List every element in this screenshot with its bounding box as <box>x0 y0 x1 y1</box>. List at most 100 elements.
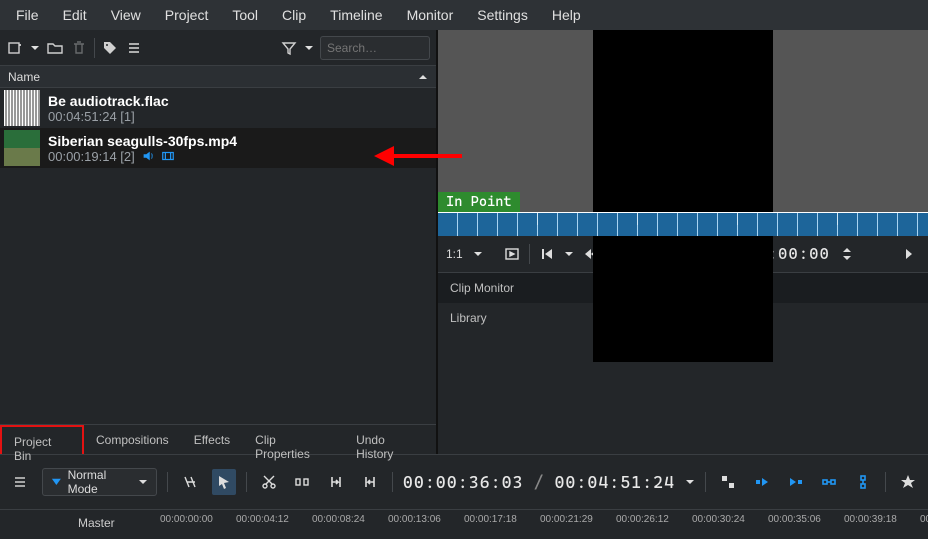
bin-column-header[interactable]: Name <box>0 66 436 88</box>
favorite-icon[interactable] <box>896 469 920 495</box>
search-field[interactable] <box>327 41 423 55</box>
ruler-major-ticks <box>438 213 928 225</box>
menu-edit[interactable]: Edit <box>51 1 99 29</box>
timecode-spinner-icon[interactable] <box>836 243 858 265</box>
toolbar-divider <box>529 244 530 264</box>
chevron-up-icon[interactable] <box>418 72 428 82</box>
bracket-out-icon[interactable] <box>358 469 382 495</box>
menu-project[interactable]: Project <box>153 1 221 29</box>
timeline-ruler[interactable]: Master 00:00:00:00 00:00:04:12 00:00:08:… <box>0 509 928 539</box>
toolbar-divider <box>167 472 168 492</box>
time-mark: 00:00:30:24 <box>692 514 768 525</box>
track-settings-icon[interactable] <box>8 469 32 495</box>
tag-icon[interactable] <box>101 39 119 57</box>
clip-sub-text: 00:00:19:14 [2] <box>48 149 135 164</box>
lift-icon[interactable] <box>851 469 875 495</box>
chevron-right-icon[interactable] <box>898 243 920 265</box>
selection-tool-icon[interactable] <box>212 469 236 495</box>
skip-clip-icon[interactable] <box>178 469 202 495</box>
timeline-time-marks: 00:00:00:00 00:00:04:12 00:00:08:24 00:0… <box>160 514 928 525</box>
time-mark: 00:00:17:18 <box>464 514 540 525</box>
menu-file[interactable]: File <box>4 1 51 29</box>
time-mark: 00:00:35:06 <box>768 514 844 525</box>
toolbar-divider <box>246 472 247 492</box>
mix-icon[interactable] <box>716 469 740 495</box>
options-icon[interactable] <box>125 39 143 57</box>
master-track-label[interactable]: Master <box>78 516 115 530</box>
add-clip-icon[interactable] <box>6 39 24 57</box>
bracket-in-icon[interactable] <box>324 469 348 495</box>
zone-out-icon[interactable] <box>784 469 808 495</box>
left-tabs: Project Bin Compositions Effects Clip Pr… <box>0 424 436 454</box>
timeline-timecode-total: 00:04:51:24 <box>554 472 675 492</box>
time-mark: 00:00:00:00 <box>160 514 236 525</box>
clip-thumbnail <box>4 130 40 166</box>
toolbar-divider <box>885 472 886 492</box>
folder-icon[interactable] <box>46 39 64 57</box>
tab-project-bin[interactable]: Project Bin <box>0 425 84 454</box>
bin-list: Be audiotrack.flac 00:04:51:24 [1] Siber… <box>0 88 436 424</box>
clip-title: Siberian seagulls-30fps.mp4 <box>48 133 237 149</box>
edit-mode-select[interactable]: Normal Mode <box>42 468 157 496</box>
menu-clip[interactable]: Clip <box>270 1 318 29</box>
chevron-down-icon[interactable] <box>473 249 483 259</box>
tab-undo-history[interactable]: Undo History <box>344 425 436 454</box>
overwrite-icon[interactable] <box>818 469 842 495</box>
mode-label: Normal Mode <box>68 468 133 496</box>
time-mark: 00:00:21:29 <box>540 514 616 525</box>
tab-clip-properties[interactable]: Clip Properties <box>243 425 344 454</box>
time-mark: 00:00:08:24 <box>312 514 388 525</box>
clip-row[interactable]: Siberian seagulls-30fps.mp4 00:00:19:14 … <box>0 128 436 168</box>
bin-toolbar <box>0 30 436 66</box>
clip-thumbnail <box>4 90 40 126</box>
chevron-down-icon[interactable] <box>304 43 314 53</box>
main-split: Name Be audiotrack.flac 00:04:51:24 [1] … <box>0 30 928 454</box>
menu-help[interactable]: Help <box>540 1 593 29</box>
clip-duration: 00:04:51:24 [1] <box>48 109 169 124</box>
prev-keyframe-icon[interactable] <box>536 243 558 265</box>
time-mark: 00:00:26:12 <box>616 514 692 525</box>
time-mark: 00:00:43:29 <box>920 514 928 525</box>
clip-monitor-panel: In Point 1:1 00:00:00:00 Clip Monitor <box>438 30 928 454</box>
menu-bar: File Edit View Project Tool Clip Timelin… <box>0 0 928 30</box>
zoom-ratio[interactable]: 1:1 <box>446 247 467 261</box>
timeline-timecode-current[interactable]: 00:00:36:03 <box>403 472 524 492</box>
delete-icon <box>70 39 88 57</box>
search-input[interactable] <box>320 36 430 60</box>
tab-compositions[interactable]: Compositions <box>84 425 182 454</box>
menu-tool[interactable]: Tool <box>220 1 270 29</box>
clip-row[interactable]: Be audiotrack.flac 00:04:51:24 [1] <box>0 88 436 128</box>
chevron-down-icon <box>138 477 148 487</box>
menu-monitor[interactable]: Monitor <box>395 1 466 29</box>
toolbar-divider <box>392 472 393 492</box>
cut-icon[interactable] <box>257 469 281 495</box>
timeline-toolbar: Normal Mode 00:00:36:03 / 00:04:51:24 <box>0 454 928 509</box>
time-mark: 00:00:04:12 <box>236 514 312 525</box>
chevron-down-icon[interactable] <box>564 249 574 259</box>
menu-settings[interactable]: Settings <box>465 1 540 29</box>
time-mark: 00:00:39:18 <box>844 514 920 525</box>
menu-view[interactable]: View <box>99 1 153 29</box>
clip-title: Be audiotrack.flac <box>48 93 169 109</box>
monitor-viewport[interactable]: In Point <box>438 30 928 212</box>
toolbar-divider <box>94 38 95 58</box>
monitor-ruler[interactable] <box>438 212 928 236</box>
tab-effects[interactable]: Effects <box>182 425 243 454</box>
mode-indicator-icon <box>51 476 62 488</box>
monitor-frame <box>593 30 773 362</box>
toolbar-divider <box>705 472 706 492</box>
in-point-label: In Point <box>438 192 520 212</box>
chevron-down-icon[interactable] <box>30 43 40 53</box>
clip-duration: 00:00:19:14 [2] <box>48 149 237 164</box>
chevron-down-icon[interactable] <box>685 477 695 487</box>
menu-timeline[interactable]: Timeline <box>318 1 394 29</box>
spacer-tool-icon[interactable] <box>290 469 314 495</box>
project-bin-panel: Name Be audiotrack.flac 00:04:51:24 [1] … <box>0 30 438 454</box>
set-in-point-icon[interactable] <box>501 243 523 265</box>
timecode-separator: / <box>534 472 545 492</box>
audio-icon <box>141 149 155 163</box>
zone-in-icon[interactable] <box>750 469 774 495</box>
time-mark: 00:00:13:06 <box>388 514 464 525</box>
filter-icon[interactable] <box>280 39 298 57</box>
video-icon <box>161 149 175 163</box>
